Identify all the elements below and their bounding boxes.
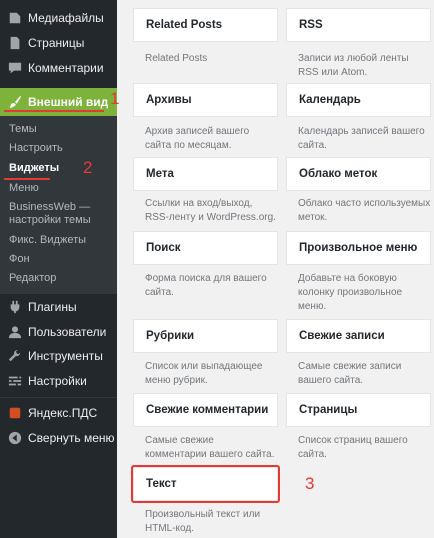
submenu-businessweb-line2[interactable]: настройки темы [9,214,91,227]
widget-title: RSS [299,19,323,31]
widget-title: Мета [146,168,174,180]
widget-title: Архивы [146,94,192,106]
widget-title: Календарь [299,94,361,106]
widget-title: Поиск [146,242,181,254]
widget-title: Related Posts [146,19,223,31]
widget-desc: Произвольный текст или HTML-код. [145,509,261,534]
menu-pages[interactable]: Страницы [0,29,117,57]
widget-desc: Список или выпадающее меню рубрик. [145,361,263,386]
appearance-submenu: Темы Настроить Виджеты Меню BusinessWeb … [0,116,117,294]
menu-appearance-label: Внешний вид [28,95,109,109]
settings-icon [8,374,22,388]
submenu-widgets[interactable]: Виджеты [9,162,59,175]
widget-title: Произвольное меню [299,242,418,254]
available-widgets: Related Posts Related Posts RSS Записи и… [118,0,434,538]
menu-users-label: Пользователи [28,325,107,339]
widget-desc: Записи из любой ленты RSS или Atom. [298,53,409,78]
menu-settings[interactable]: Настройки [0,367,117,395]
widget-recent-comments[interactable]: Свежие комментарии [133,393,278,427]
widget-desc: Related Posts [145,53,208,64]
submenu-fixed-widgets[interactable]: Фикс. Виджеты [9,234,86,247]
menu-comments-label: Комментарии [28,61,104,75]
annotation-number-3: 3 [305,474,315,493]
menu-tools-label: Инструменты [28,349,103,363]
comments-icon [8,61,22,75]
menu-yandex[interactable]: Яндекс.ПДС [0,399,117,427]
collapse-menu-label: Свернуть меню [28,431,115,445]
annotation-number-2: 2 [83,158,93,177]
widget-title: Страницы [299,404,358,416]
widget-desc: Самые свежие записи вашего сайта. [298,361,402,386]
widget-desc: Форма поиска для вашего сайта. [145,273,267,298]
sidebar-divider [0,397,117,398]
widget-desc: Календарь записей вашего сайта. [298,126,425,151]
widget-title: Рубрики [146,330,195,342]
widget-categories[interactable]: Рубрики [133,319,278,353]
annotation-underline-appearance [4,110,104,112]
widget-desc: Ссылки на вход/выход, RSS-ленту и WordPr… [145,198,276,223]
collapse-icon [8,431,22,445]
widget-desc: Архив записей вашего сайта по месяцам. [145,126,250,151]
submenu-businessweb-line1[interactable]: BusinessWeb — [9,201,90,214]
widget-related-posts[interactable]: Related Posts [133,8,278,42]
tools-icon [8,349,22,363]
annotation-number-1: 1 [110,89,120,108]
widget-title: Облако меток [299,168,378,180]
annotation-underline-widgets [4,178,50,180]
widget-custom-menu[interactable]: Произвольное меню [286,231,431,265]
widget-title: Свежие записи [299,330,385,342]
widget-pages[interactable]: Страницы [286,393,431,427]
widget-desc: Самые свежие комментарии вашего сайта. [145,435,275,460]
widget-title: Свежие комментарии [146,404,269,416]
widget-desc: Добавьте на боковую колонку произвольное… [298,273,403,312]
pages-icon [8,36,22,50]
widget-tag-cloud[interactable]: Облако меток [286,157,431,191]
submenu-background[interactable]: Фон [9,253,30,266]
annotation-box-text-widget [131,465,280,503]
submenu-customize[interactable]: Настроить [9,142,63,155]
widget-search[interactable]: Поиск [133,231,278,265]
menu-yandex-label: Яндекс.ПДС [28,406,98,420]
widget-desc: Облако часто используемых меток. [298,198,431,223]
plugins-icon [8,300,22,314]
submenu-themes[interactable]: Темы [9,123,37,136]
widget-archives[interactable]: Архивы [133,83,278,117]
menu-plugins[interactable]: Плагины [0,293,117,321]
submenu-menus[interactable]: Меню [9,182,39,195]
widget-desc: Список страниц вашего сайта. [298,435,408,460]
submenu-editor[interactable]: Редактор [9,272,56,285]
menu-settings-label: Настройки [28,374,87,388]
menu-pages-label: Страницы [28,36,85,50]
media-icon [8,11,22,25]
widget-calendar[interactable]: Календарь [286,83,431,117]
menu-media-label: Медиафайлы [28,11,104,25]
admin-sidebar: Медиафайлы Страницы Комментарии Внешний … [0,0,117,538]
collapse-menu-button[interactable]: Свернуть меню [0,424,117,452]
menu-tools[interactable]: Инструменты [0,342,117,370]
menu-comments[interactable]: Комментарии [0,54,117,82]
brush-icon [8,95,22,109]
yandex-icon [8,406,22,420]
widget-rss[interactable]: RSS [286,8,431,42]
menu-media[interactable]: Медиафайлы [0,4,117,32]
widget-recent-posts[interactable]: Свежие записи [286,319,431,353]
menu-plugins-label: Плагины [28,300,77,314]
widget-meta[interactable]: Мета [133,157,278,191]
users-icon [8,325,22,339]
